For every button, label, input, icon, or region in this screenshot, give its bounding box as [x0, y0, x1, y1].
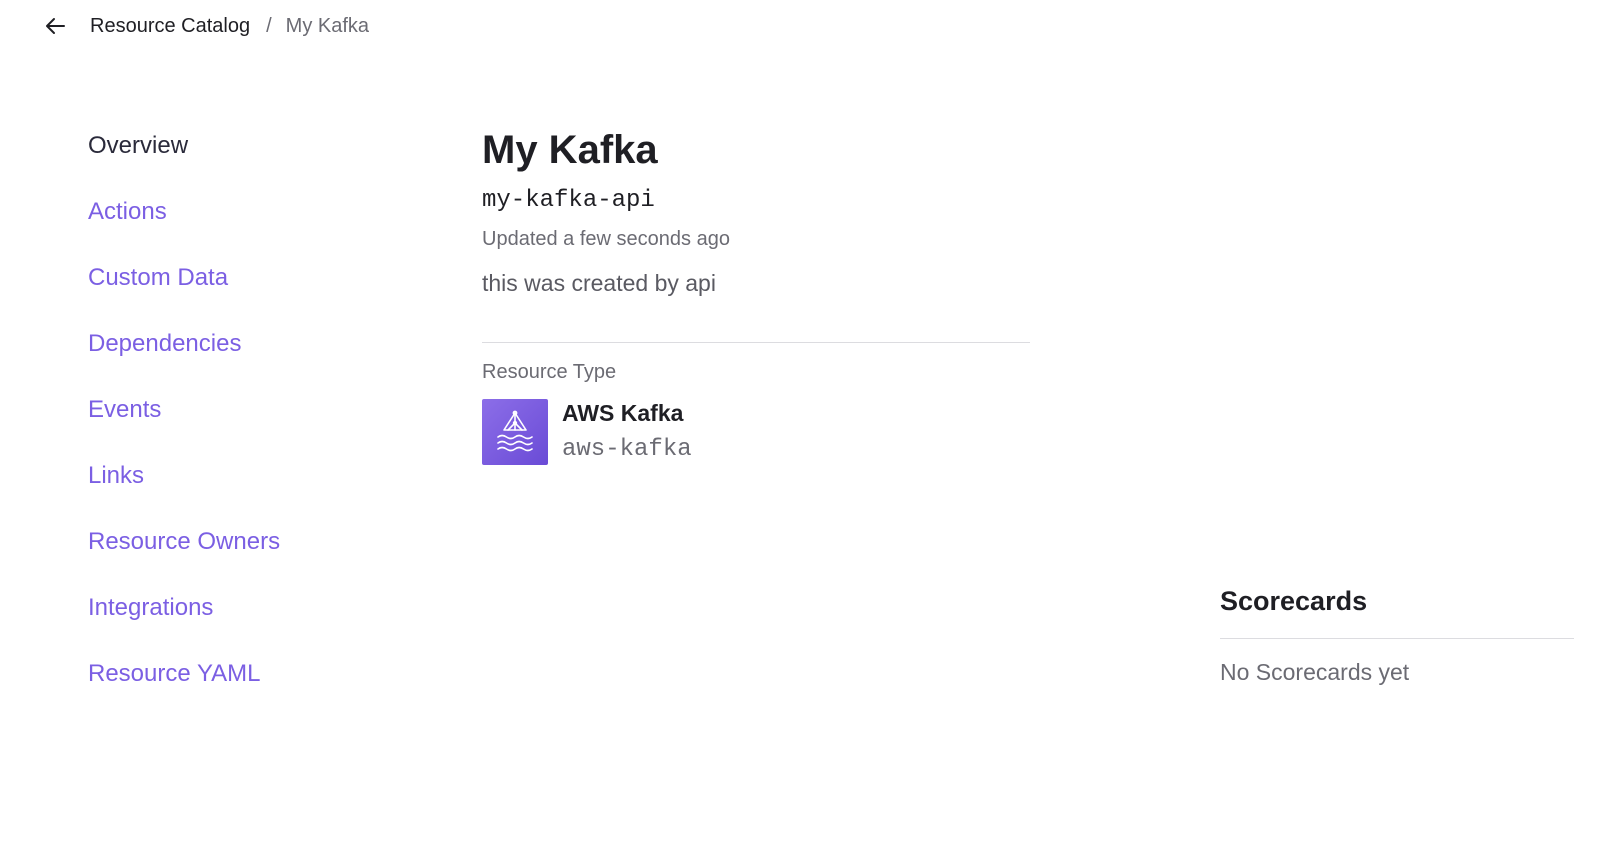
nav-item-resource-yaml[interactable]: Resource YAML — [88, 658, 388, 724]
nav-item-overview[interactable]: Overview — [88, 130, 388, 196]
nav-item-resource-owners[interactable]: Resource Owners — [88, 526, 388, 592]
scorecards-panel: Scorecards No Scorecards yet — [1220, 584, 1574, 687]
nav-item-links[interactable]: Links — [88, 460, 388, 526]
nav-item-events[interactable]: Events — [88, 394, 388, 460]
nav-item-integrations[interactable]: Integrations — [88, 592, 388, 658]
scorecards-divider — [1220, 638, 1574, 639]
scorecards-title: Scorecards — [1220, 586, 1368, 616]
nav-item-dependencies[interactable]: Dependencies — [88, 328, 388, 394]
resource-type-row: AWS Kafka aws-kafka — [482, 399, 1032, 465]
resource-type-name: AWS Kafka — [562, 400, 684, 426]
resource-type-text: AWS Kafka aws-kafka — [562, 399, 692, 465]
updated-timestamp: Updated a few seconds ago — [482, 228, 730, 250]
nav-item-actions[interactable]: Actions — [88, 196, 388, 262]
resource-type-label: Resource Type — [482, 361, 617, 383]
breadcrumb: Resource Catalog / My Kafka — [44, 12, 369, 40]
resource-tag: my-kafka-api — [482, 187, 655, 214]
resource-description: this was created by api — [482, 270, 716, 296]
nav-item-custom-data[interactable]: Custom Data — [88, 262, 388, 328]
resource-type-tag: aws-kafka — [562, 436, 692, 463]
breadcrumb-current: My Kafka — [285, 14, 370, 37]
section-divider — [482, 342, 1030, 343]
resource-side-nav: Overview Actions Custom Data Dependencie… — [88, 130, 388, 724]
back-arrow-icon[interactable] — [44, 14, 68, 38]
breadcrumb-resource-catalog-link[interactable]: Resource Catalog — [90, 15, 250, 38]
scorecards-empty-state: No Scorecards yet — [1220, 659, 1410, 685]
resource-overview: My Kafka my-kafka-api Updated a few seco… — [482, 126, 1032, 465]
breadcrumb-separator: / — [266, 14, 272, 37]
page-title: My Kafka — [482, 128, 658, 172]
aws-kafka-icon — [482, 399, 548, 465]
